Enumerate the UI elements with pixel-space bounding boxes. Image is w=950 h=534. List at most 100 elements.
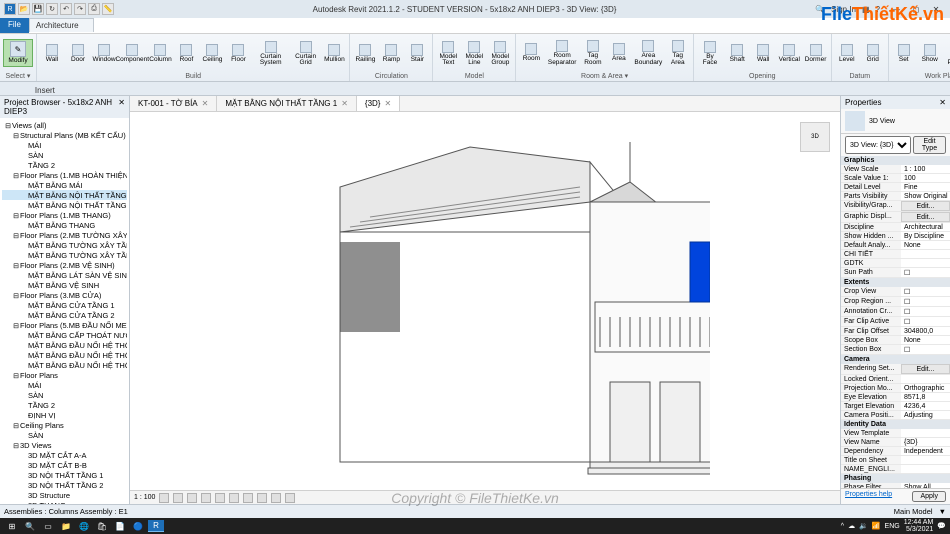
tree-item[interactable]: MẶT BẰNG CỬA TẦNG 2	[2, 310, 127, 320]
property-row[interactable]: Far Clip Active	[841, 317, 950, 327]
sun-path-icon[interactable]	[187, 493, 197, 503]
tree-item[interactable]: ⊟Floor Plans (3.MB CỬA)	[2, 290, 127, 300]
roof-button[interactable]: Roof	[174, 43, 198, 65]
tree-item[interactable]: SÀN	[2, 390, 127, 400]
property-row[interactable]: Projection Mo...Orthographic	[841, 384, 950, 393]
property-group-header[interactable]: Extents	[841, 278, 950, 287]
tray-wifi-icon[interactable]: 📶	[872, 522, 881, 530]
view-cube[interactable]: 3D	[800, 122, 830, 152]
property-row[interactable]: Detail LevelFine	[841, 183, 950, 192]
tree-item[interactable]: MẶT BẰNG TƯỜNG XÂY TẦNG 2	[2, 250, 127, 260]
property-row[interactable]: Default Analy...None	[841, 241, 950, 250]
tree-item[interactable]: SÀN	[2, 150, 127, 160]
property-row[interactable]: Show Hidden ...By Discipline	[841, 232, 950, 241]
property-row[interactable]: Scale Value 1:100	[841, 174, 950, 183]
canvas-3d-view[interactable]: 3D	[130, 112, 840, 490]
tree-item[interactable]: MẶT BẰNG CỬA TẦNG 1	[2, 300, 127, 310]
property-group-header[interactable]: Graphics	[841, 156, 950, 165]
tree-item[interactable]: 3D THANG	[2, 500, 127, 504]
tree-item[interactable]: ⊟Views (all)	[2, 120, 127, 130]
redo-icon[interactable]: ↷	[74, 3, 86, 15]
ceiling-button[interactable]: Ceiling	[200, 43, 224, 65]
property-row[interactable]: Title on Sheet	[841, 456, 950, 465]
instance-selector[interactable]: 3D View: {3D}	[845, 136, 911, 154]
tree-item[interactable]: ⊟Floor Plans (1.MB HOÀN THIỆN)	[2, 170, 127, 180]
tray-time[interactable]: 12:44 AM	[904, 519, 934, 526]
curtain-system-button[interactable]: Curtain System	[252, 40, 288, 68]
shadows-icon[interactable]	[201, 493, 211, 503]
reveal-hidden-icon[interactable]	[285, 493, 295, 503]
by-face-button[interactable]: By Face	[697, 40, 723, 68]
tree-item[interactable]: MẶT BẰNG ĐẦU NỐI HỆ THỐNG 1	[2, 350, 127, 360]
close-panel-icon[interactable]: ✕	[939, 98, 946, 107]
tag-room-button[interactable]: Tag Room	[581, 39, 605, 67]
property-row[interactable]: Camera Positi...Adjusting	[841, 411, 950, 420]
tree-item[interactable]: 3D Structure	[2, 490, 127, 500]
property-row[interactable]: Section Box	[841, 345, 950, 355]
room-separator-button[interactable]: Room Separator	[545, 39, 579, 67]
tree-item[interactable]: ⊟Floor Plans (5.MB ĐẦU NỐI ME)	[2, 320, 127, 330]
property-row[interactable]: View Scale1 : 100	[841, 165, 950, 174]
tree-item[interactable]: MẶT BẰNG CẤP THOÁT NƯỚC MÁ	[2, 330, 127, 340]
property-group-header[interactable]: Camera	[841, 355, 950, 364]
property-row[interactable]: Annotation Cr...	[841, 307, 950, 317]
tree-item[interactable]: MẶT BẰNG TƯỜNG XÂY TẦNG 1	[2, 240, 127, 250]
column-button[interactable]: Column	[148, 43, 172, 65]
property-row[interactable]: Far Clip Offset304800,0	[841, 327, 950, 336]
tree-item[interactable]: MÁI	[2, 140, 127, 150]
tray-language[interactable]: ENG	[885, 523, 900, 530]
close-tab-icon[interactable]: ✕	[384, 99, 391, 108]
lock-3d-icon[interactable]	[257, 493, 267, 503]
property-row[interactable]: Parts VisibilityShow Original	[841, 192, 950, 201]
grid-button[interactable]: Grid	[861, 43, 885, 65]
tray-audio-icon[interactable]: 🔉	[859, 522, 868, 530]
tree-item[interactable]: MẶT BẰNG ĐẦU NỐI HỆ THỐNG 1	[2, 340, 127, 350]
sync-icon[interactable]: ↻	[46, 3, 58, 15]
tray-date[interactable]: 5/3/2021	[904, 526, 934, 533]
railing-button[interactable]: Railing	[353, 43, 377, 65]
apply-button[interactable]: Apply	[912, 491, 946, 502]
shaft-button[interactable]: Shaft	[725, 43, 749, 65]
area-boundary-button[interactable]: Area Boundary	[633, 39, 664, 67]
property-row[interactable]: NAME_ENGLI...	[841, 465, 950, 474]
edge-icon[interactable]: 🌐	[76, 520, 92, 532]
view-tab[interactable]: MẶT BẰNG NỘI THẤT TẦNG 1✕	[217, 96, 357, 111]
notification-icon[interactable]: 💬	[937, 522, 946, 530]
print-icon[interactable]: ⎙	[88, 3, 100, 15]
window-button[interactable]: Window	[92, 43, 116, 65]
measure-icon[interactable]: 📏	[102, 3, 114, 15]
property-row[interactable]: Visibility/Grap...Edit...	[841, 201, 950, 212]
properties-list[interactable]: GraphicsView Scale1 : 100Scale Value 1:1…	[841, 156, 950, 488]
task-view-icon[interactable]: ▭	[40, 520, 56, 532]
tree-item[interactable]: TẦNG 2	[2, 160, 127, 170]
property-row[interactable]: View Template	[841, 429, 950, 438]
tree-item[interactable]: MẶT BẰNG NỘI THẤT TẦNG 1	[2, 190, 127, 200]
tag-area-button[interactable]: Tag Area	[666, 39, 690, 67]
open-icon[interactable]: 📂	[18, 3, 30, 15]
ramp-button[interactable]: Ramp	[379, 43, 403, 65]
tree-item[interactable]: MÁI	[2, 380, 127, 390]
tree-item[interactable]: 3D MẶT CẮT A-A	[2, 450, 127, 460]
tree-item[interactable]: ⊟Floor Plans (2.MB TƯỜNG XÂY)	[2, 230, 127, 240]
tree-item[interactable]: 3D NỘI THẤT TẦNG 2	[2, 480, 127, 490]
save-icon[interactable]: 💾	[32, 3, 44, 15]
file-explorer-icon[interactable]: 📁	[58, 520, 74, 532]
property-row[interactable]: Graphic Displ...Edit...	[841, 212, 950, 223]
tray-cloud-icon[interactable]: ☁	[848, 522, 855, 530]
property-row[interactable]: CHI TIẾT	[841, 250, 950, 259]
crop-region-icon[interactable]	[243, 493, 253, 503]
properties-help-link[interactable]: Properties help	[845, 491, 892, 502]
selection-filter-icon[interactable]: ▼	[939, 507, 946, 516]
store-icon[interactable]: 🛍	[94, 520, 110, 532]
stair-button[interactable]: Stair	[405, 43, 429, 65]
ribbon-tab-architecture[interactable]: Architecture	[29, 18, 94, 32]
set-button[interactable]: Set	[892, 43, 916, 65]
property-row[interactable]: DependencyIndependent	[841, 447, 950, 456]
property-row[interactable]: Crop Region ...	[841, 297, 950, 307]
property-row[interactable]: Target Elevation4236,4	[841, 402, 950, 411]
level-button[interactable]: Level	[835, 43, 859, 65]
foxit-icon[interactable]: 📄	[112, 520, 128, 532]
property-group-header[interactable]: Phasing	[841, 474, 950, 483]
tree-item[interactable]: MẶT BẰNG THANG	[2, 220, 127, 230]
property-row[interactable]: DisciplineArchitectural	[841, 223, 950, 232]
